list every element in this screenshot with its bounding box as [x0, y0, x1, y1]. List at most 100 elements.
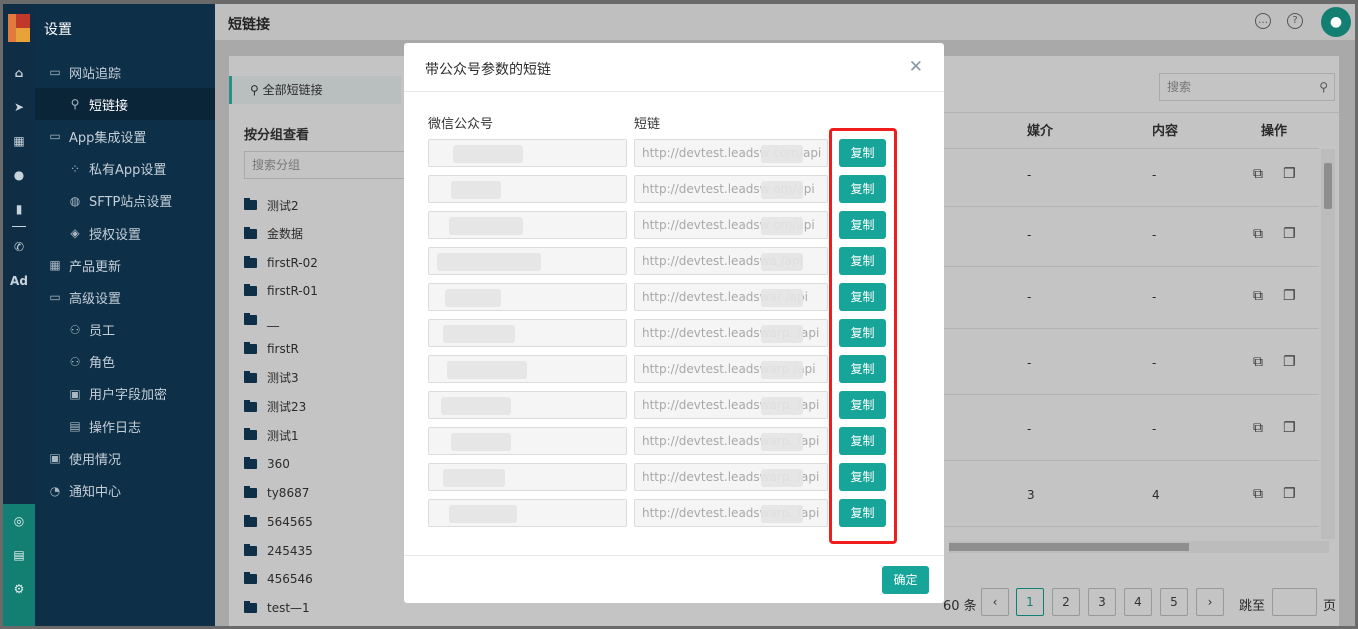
search-icon[interactable]: ⚲: [1319, 74, 1328, 100]
group-folder[interactable]: 金数据: [244, 223, 303, 245]
short-link-field[interactable]: http://devtest.leadsw om/api: [634, 211, 828, 239]
all-links-tab[interactable]: ⚲ 全部短链接: [229, 76, 401, 104]
page-suffix: 页: [1323, 599, 1337, 614]
copy-icon[interactable]: ❐: [1283, 288, 1296, 304]
table-hscroll[interactable]: [949, 541, 1329, 553]
edit-icon[interactable]: ⧉: [1253, 354, 1263, 370]
next-page-button[interactable]: ›: [1196, 588, 1224, 616]
copy-icon[interactable]: ❐: [1283, 354, 1296, 370]
account-field[interactable]: [428, 319, 627, 347]
sidebar-item[interactable]: ⚲ 短链接: [35, 88, 215, 121]
account-field[interactable]: [428, 391, 627, 419]
group-folder[interactable]: test—1: [244, 597, 310, 619]
gear-icon[interactable]: ⚙: [3, 572, 35, 606]
group-search-input[interactable]: 搜索分组: [244, 151, 414, 179]
sidebar-item[interactable]: ▭ 高级设置: [35, 281, 215, 313]
group-folder[interactable]: 564565: [244, 511, 313, 533]
short-link-field[interactable]: http://devtest.leadswarp. /api: [634, 391, 828, 419]
sidebar-item[interactable]: ◈ 授权设置: [35, 217, 215, 249]
group-folder[interactable]: ty8687: [244, 482, 309, 504]
bar-chart-icon[interactable]: ▮: [3, 198, 35, 220]
sidebar-item[interactable]: ⁘ 私有App设置: [35, 153, 215, 185]
account-field[interactable]: [428, 355, 627, 383]
sidebar-item-label: 私有App设置: [89, 163, 167, 179]
edit-icon[interactable]: ⧉: [1253, 420, 1263, 436]
edit-icon[interactable]: ⧉: [1253, 288, 1263, 304]
account-field[interactable]: [428, 175, 627, 203]
sidebar-item[interactable]: ▭ 网站追踪: [35, 56, 215, 88]
short-link-field[interactable]: http://devtest.leadsw om/api: [634, 175, 828, 203]
ad-label[interactable]: Ad: [3, 270, 35, 292]
account-field[interactable]: [428, 247, 627, 275]
folder-label: test—1: [267, 601, 310, 616]
contacts-icon[interactable]: ◎: [3, 504, 35, 538]
group-folder[interactable]: firstR-01: [244, 280, 318, 302]
sidebar-item[interactable]: ▤ 操作日志: [35, 410, 215, 442]
page-button[interactable]: 4: [1124, 588, 1152, 616]
server-icon[interactable]: ▤: [3, 538, 35, 572]
page-button[interactable]: 2: [1052, 588, 1080, 616]
close-icon[interactable]: ✕: [909, 57, 923, 77]
sidebar-item[interactable]: ▣ 使用情况: [35, 442, 215, 474]
folder-icon: ▭: [49, 65, 61, 80]
short-link-field[interactable]: http://devtest.leadsw com/api: [634, 139, 828, 167]
cell-media: -: [1027, 422, 1032, 436]
search-input[interactable]: 搜索 ⚲: [1159, 73, 1335, 101]
short-link-field[interactable]: http://devtest.leadswarp. /api: [634, 319, 828, 347]
copy-icon[interactable]: ❐: [1283, 486, 1296, 502]
folder-label: 456546: [267, 572, 313, 587]
short-link-field[interactable]: http://devtest.leadswarp. /api: [634, 499, 828, 527]
short-link-field[interactable]: http://devtest.leadswar /api: [634, 283, 828, 311]
page-button[interactable]: 1: [1016, 588, 1044, 616]
table-vscroll[interactable]: [1321, 149, 1335, 539]
account-field[interactable]: [428, 427, 627, 455]
group-folder[interactable]: 456546: [244, 568, 313, 590]
short-link-dialog: 带公众号参数的短链 ✕ 微信公众号 短链 http://devtest.lead…: [404, 43, 944, 603]
account-field[interactable]: [428, 463, 627, 491]
short-link-field[interactable]: http://devtest.leadswa /api: [634, 247, 828, 275]
short-link-field[interactable]: http://devtest.leadswarp. /api: [634, 463, 828, 491]
sidebar-item[interactable]: ▦ 产品更新: [35, 249, 215, 281]
group-folder[interactable]: 测试1: [244, 424, 299, 446]
group-folder[interactable]: 245435: [244, 540, 313, 562]
sidebar-item[interactable]: ⚇ 角色: [35, 346, 215, 378]
prev-page-button[interactable]: ‹: [981, 588, 1009, 616]
sidebar-item[interactable]: ▣ 用户字段加密: [35, 378, 215, 410]
edit-icon[interactable]: ⧉: [1253, 166, 1263, 182]
account-field[interactable]: [428, 139, 627, 167]
sidebar-item[interactable]: ⚇ 员工: [35, 314, 215, 346]
group-folder[interactable]: firstR: [244, 338, 299, 360]
account-field[interactable]: [428, 499, 627, 527]
layout-icon[interactable]: ▦: [3, 130, 35, 152]
short-link-field[interactable]: http://devtest.leadswarp /api: [634, 355, 828, 383]
account-field[interactable]: [428, 283, 627, 311]
sidebar-item[interactable]: ◔ 通知中心: [35, 474, 215, 506]
avatar-icon[interactable]: ●: [1321, 7, 1351, 37]
group-folder[interactable]: __: [244, 309, 279, 331]
send-icon[interactable]: ➤: [3, 96, 35, 118]
sidebar-item[interactable]: ◍ SFTP站点设置: [35, 185, 215, 217]
chat-icon[interactable]: …: [1255, 13, 1271, 29]
ok-button[interactable]: 确定: [882, 566, 929, 594]
copy-icon[interactable]: ❐: [1283, 166, 1296, 182]
edit-icon[interactable]: ⧉: [1253, 486, 1263, 502]
edit-icon[interactable]: ⧉: [1253, 226, 1263, 242]
page-button[interactable]: 5: [1160, 588, 1188, 616]
jump-page-input[interactable]: [1272, 588, 1317, 616]
group-folder[interactable]: firstR-02: [244, 252, 318, 274]
group-folder[interactable]: 测试2: [244, 194, 299, 216]
copy-icon[interactable]: ❐: [1283, 420, 1296, 436]
redacted-blur: [761, 217, 803, 235]
sidebar-item[interactable]: ▭ App集成设置: [35, 120, 215, 152]
group-folder[interactable]: 360: [244, 453, 290, 475]
help-icon[interactable]: ?: [1287, 13, 1303, 29]
wechat-icon[interactable]: ✆: [3, 236, 35, 258]
page-button[interactable]: 3: [1088, 588, 1116, 616]
user-icon[interactable]: ●: [3, 164, 35, 186]
home-icon[interactable]: ⌂: [3, 62, 35, 84]
short-link-field[interactable]: http://devtest.leadswarp. /api: [634, 427, 828, 455]
account-field[interactable]: [428, 211, 627, 239]
group-folder[interactable]: 测试23: [244, 396, 306, 418]
copy-icon[interactable]: ❐: [1283, 226, 1296, 242]
group-folder[interactable]: 测试3: [244, 367, 299, 389]
